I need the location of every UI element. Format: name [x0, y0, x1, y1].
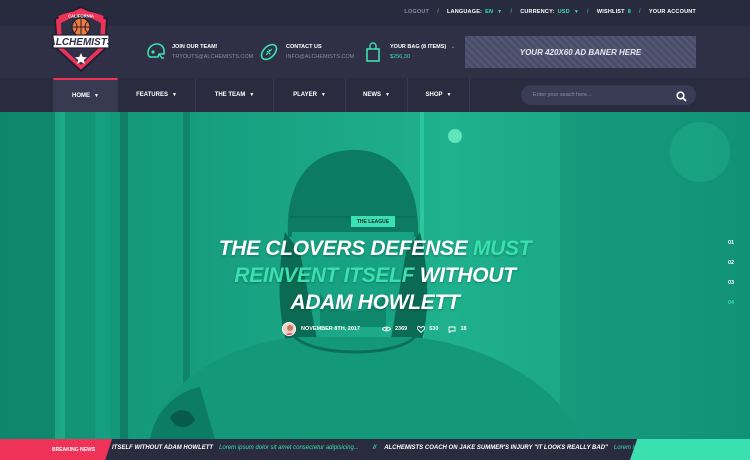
ticker-item-title[interactable]: ALCHEMISTS COACH ON JAKE SUMMER'S INJURY… — [384, 445, 608, 451]
chevron-down-icon: ▼ — [94, 93, 99, 99]
bag-icon — [362, 41, 384, 63]
ticker-end-decoration — [630, 439, 750, 460]
nav-item-label: THE TEAM — [214, 92, 246, 98]
language-value: EN — [485, 9, 494, 15]
headline-part: ADAM HOWLETT — [290, 291, 460, 314]
nav-item-label: FEATURES — [136, 92, 168, 98]
views-count: 2369 — [382, 326, 407, 332]
currency-selector[interactable]: CURRENCY: USD ▼ — [520, 9, 579, 15]
divider: / — [510, 9, 513, 15]
currency-value: USD — [557, 9, 570, 15]
logo[interactable]: CALIFORNIA ALCHEMISTS — [48, 5, 114, 73]
contact-info[interactable]: CONTACT US INFO@ALCHEMISTS.COM — [258, 41, 354, 63]
ticker-track[interactable]: ITSELF WITHOUT ADAM HOWLETT Lorem ipsum … — [112, 445, 670, 451]
hero-headline[interactable]: THE CLOVERS DEFENSE MUST REINVENT ITSELF… — [175, 235, 575, 316]
nav-item-player[interactable]: PLAYER ▼ — [274, 78, 346, 112]
breaking-news-ticker: BREAKING NEWS ITSELF WITHOUT ADAM HOWLET… — [0, 439, 750, 460]
nav-item-news[interactable]: NEWS ▼ — [346, 78, 408, 112]
headline-part: THE CLOVERS DEFENSE — [218, 237, 468, 260]
headline-part: REINVENT ITSELF — [234, 264, 415, 287]
wishlist-count: 8 — [627, 9, 631, 15]
slide-dot-02[interactable]: 02 — [728, 260, 734, 280]
nav-item-the-team[interactable]: THE TEAM ▼ — [196, 78, 274, 112]
search-bar — [521, 85, 696, 105]
bag-title: YOUR BAG (8 ITEMS) ⌄ — [390, 44, 456, 50]
join-team-info[interactable]: JOIN OUR TEAM! TRYOUTS@ALCHEMISTS.COM — [144, 41, 253, 63]
join-email: TRYOUTS@ALCHEMISTS.COM — [172, 54, 254, 60]
likes-count[interactable]: 530 — [417, 325, 438, 333]
post-meta: NOVEMBER 8TH, 2017 2369 530 18 — [282, 322, 477, 336]
headline-part: WITHOUT — [419, 264, 516, 287]
divider: / — [639, 9, 641, 15]
search-icon[interactable] — [676, 89, 687, 107]
logout-link[interactable]: LOGOUT — [404, 9, 429, 15]
eye-icon — [382, 326, 391, 332]
chevron-down-icon: ▼ — [249, 92, 255, 98]
join-title: JOIN OUR TEAM! — [172, 44, 218, 50]
breaking-news-label: BREAKING NEWS — [0, 439, 112, 460]
logo-ribbon: CALIFORNIA — [68, 14, 94, 19]
nav-item-label: NEWS — [363, 92, 382, 98]
wishlist-label: WISHLIST — [596, 9, 625, 15]
wishlist-link[interactable]: WISHLIST 8 — [597, 9, 631, 15]
nav-item-label: SHOP — [425, 92, 443, 98]
header: JOIN OUR TEAM! TRYOUTS@ALCHEMISTS.COM CO… — [0, 26, 750, 78]
chevron-down-icon: ▼ — [385, 92, 390, 98]
slide-dot-03[interactable]: 03 — [728, 280, 734, 300]
chevron-down-icon: ▼ — [171, 92, 177, 98]
slide-dot-01[interactable]: 01 — [728, 240, 734, 260]
nav-item-shop[interactable]: SHOP ▼ — [408, 78, 470, 112]
chevron-down-icon: ▼ — [446, 92, 452, 98]
heart-icon — [417, 325, 426, 333]
logo-wordmark: ALCHEMISTS — [51, 37, 111, 48]
chevron-down-icon: ▼ — [320, 92, 326, 98]
post-date: NOVEMBER 8TH, 2017 — [301, 326, 360, 332]
helmet-icon — [144, 41, 166, 63]
language-selector[interactable]: LANGUAGE: EN ▼ — [447, 9, 502, 15]
chevron-down-icon: ▼ — [497, 9, 503, 15]
avatar[interactable] — [282, 322, 296, 336]
hero-slider[interactable]: THE LEAGUE THE CLOVERS DEFENSE MUST REIN… — [0, 112, 750, 439]
ticker-item-title[interactable]: ITSELF WITHOUT ADAM HOWLETT — [112, 445, 213, 451]
top-bar: LOGOUT / LANGUAGE: EN ▼ / CURRENCY: USD ▼ / … — [0, 0, 750, 26]
football-icon — [258, 41, 280, 63]
ad-banner[interactable]: YOUR 420X60 AD BANER HERE — [465, 36, 696, 68]
chevron-down-icon: ⌄ — [450, 44, 456, 50]
shopping-bag[interactable]: YOUR BAG (8 ITEMS) ⌄ $256,30 — [362, 41, 455, 63]
contact-email: INFO@ALCHEMISTS.COM — [286, 54, 355, 60]
ticker-item-text: Lorem ipsum dolor sit amet consectetur a… — [219, 445, 359, 451]
nav-item-label: PLAYER — [293, 92, 317, 98]
chevron-down-icon: ▼ — [573, 9, 579, 15]
slide-dot-04[interactable]: 04 — [728, 300, 734, 320]
headline-part: MUST — [472, 237, 532, 260]
bag-total: $256,30 — [390, 54, 410, 60]
search-input[interactable] — [533, 92, 673, 98]
comments-count[interactable]: 18 — [448, 326, 467, 333]
divider: / — [437, 9, 439, 15]
comment-icon — [448, 326, 456, 333]
nav-item-home[interactable]: HOME ▼ — [53, 78, 118, 112]
nav-item-label: HOME — [72, 93, 91, 99]
top-links: LOGOUT / LANGUAGE: EN ▼ / CURRENCY: USD ▼ / … — [404, 9, 696, 15]
account-link[interactable]: YOUR ACCOUNT — [649, 9, 696, 15]
currency-label: CURRENCY: — [520, 9, 555, 15]
nav-item-features[interactable]: FEATURES ▼ — [118, 78, 196, 112]
ticker-separator: // — [372, 445, 377, 451]
language-label: LANGUAGE: — [447, 9, 483, 15]
slide-pagination: 01 02 03 04 — [728, 240, 734, 320]
divider: / — [586, 9, 589, 15]
contact-title: CONTACT US — [286, 44, 322, 50]
category-badge[interactable]: THE LEAGUE — [351, 216, 395, 227]
